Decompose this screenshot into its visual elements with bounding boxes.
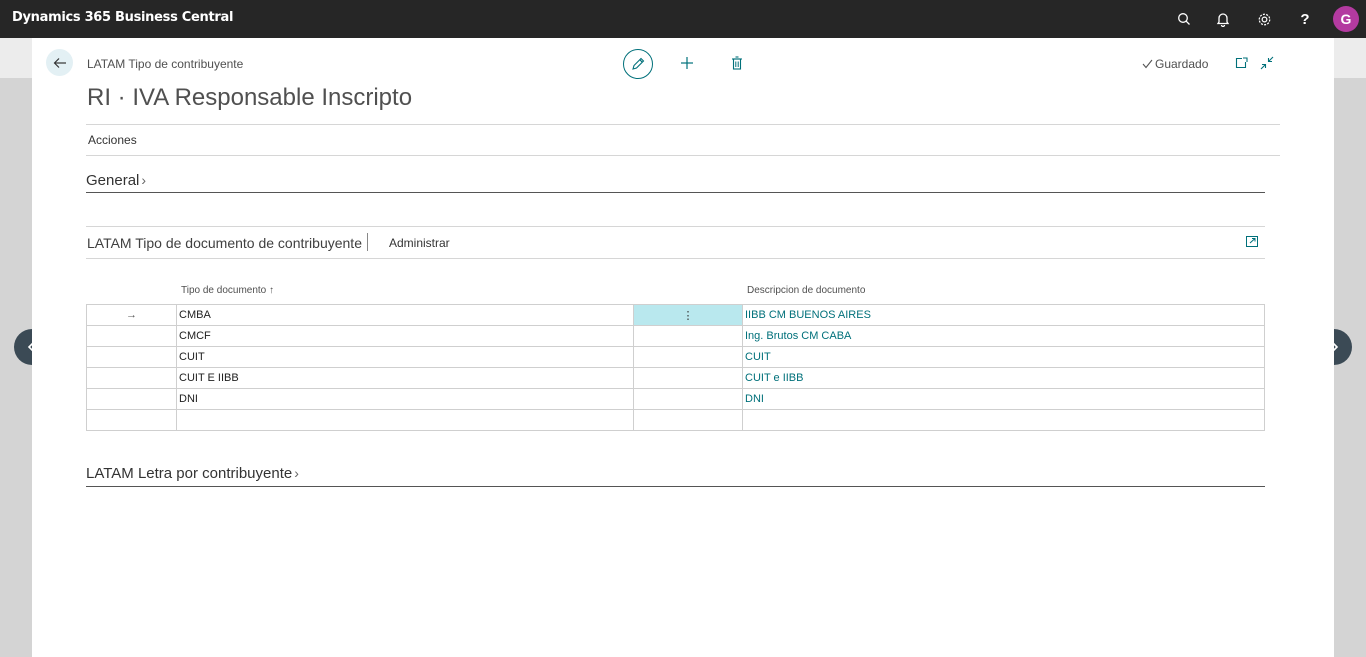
- manage-menu[interactable]: Administrar: [389, 236, 450, 250]
- app-bar: Dynamics 365 Business Central ? G: [0, 0, 1366, 38]
- divider: [86, 258, 1265, 259]
- new-button[interactable]: [679, 55, 695, 71]
- card-page: LATAM Tipo de contribuyente RI · IVA Res…: [32, 38, 1334, 657]
- divider: [86, 486, 1265, 487]
- delete-button[interactable]: [729, 55, 745, 71]
- divider: [367, 233, 368, 251]
- trash-icon: [732, 56, 742, 70]
- row-actions-cell[interactable]: [633, 346, 743, 368]
- fasttab-general-label: General: [86, 172, 140, 189]
- row-actions-cell[interactable]: [633, 388, 743, 410]
- page-title: RI · IVA Responsable Inscripto: [87, 84, 413, 111]
- column-header-doc-type[interactable]: Tipo de documento ↑: [181, 285, 274, 296]
- plus-icon: [681, 57, 693, 69]
- table-row[interactable]: CUIT E IIBB CUIT e IIBB: [86, 367, 1265, 389]
- row-marker: [86, 346, 177, 368]
- gear-icon[interactable]: [1254, 9, 1274, 29]
- table-row[interactable]: DNI DNI: [86, 388, 1265, 410]
- checkmark-icon: [1141, 58, 1153, 70]
- row-marker: [86, 388, 177, 410]
- row-actions-cell[interactable]: [633, 409, 743, 431]
- row-actions-cell[interactable]: [633, 325, 743, 347]
- divider: [86, 124, 1280, 125]
- expand-part-icon[interactable]: [1245, 235, 1259, 248]
- table-row[interactable]: CMCF Ing. Brutos CM CABA: [86, 325, 1265, 347]
- description-link[interactable]: CUIT: [742, 346, 1265, 368]
- doc-type-cell[interactable]: CUIT E IIBB: [176, 367, 634, 389]
- row-marker: [86, 325, 177, 347]
- description-link[interactable]: DNI: [742, 388, 1265, 410]
- bell-icon[interactable]: [1213, 9, 1233, 29]
- app-title[interactable]: Dynamics 365 Business Central: [12, 10, 233, 25]
- fasttab-letters[interactable]: LATAM Letra por contribuyente ›: [86, 465, 299, 482]
- current-row-arrow-icon: →: [86, 304, 177, 326]
- description-cell[interactable]: [742, 409, 1265, 431]
- doc-type-cell[interactable]: CMCF: [176, 325, 634, 347]
- divider: [86, 192, 1265, 193]
- row-marker: [86, 367, 177, 389]
- open-new-window-icon[interactable]: [1233, 56, 1249, 70]
- divider: [86, 155, 1280, 156]
- row-actions-cell[interactable]: [633, 367, 743, 389]
- row-marker: [86, 409, 177, 431]
- column-header-description[interactable]: Descripcion de documento: [747, 285, 865, 296]
- divider: [86, 226, 1265, 227]
- saved-status: Guardado: [1155, 57, 1209, 71]
- arrow-left-icon: [53, 57, 66, 68]
- back-button[interactable]: [46, 49, 73, 76]
- row-actions-button[interactable]: ⋮: [633, 304, 743, 326]
- subpage-title[interactable]: LATAM Tipo de documento de contribuyente: [87, 235, 362, 251]
- pencil-icon: [632, 57, 645, 70]
- search-icon[interactable]: [1174, 9, 1194, 29]
- document-type-table: → CMBA ⋮ IIBB CM BUENOS AIRES CMCF Ing. …: [86, 304, 1265, 431]
- actions-menu[interactable]: Acciones: [88, 133, 137, 147]
- fasttab-general[interactable]: General ›: [86, 172, 146, 189]
- description-link[interactable]: IIBB CM BUENOS AIRES: [742, 304, 1265, 326]
- chevron-right-icon: ›: [141, 172, 147, 188]
- edit-button[interactable]: [623, 49, 653, 79]
- new-row[interactable]: [86, 409, 1265, 431]
- help-icon[interactable]: ?: [1295, 9, 1315, 29]
- description-link[interactable]: CUIT e IIBB: [742, 367, 1265, 389]
- doc-type-cell[interactable]: [176, 409, 634, 431]
- doc-type-cell[interactable]: DNI: [176, 388, 634, 410]
- user-avatar[interactable]: G: [1333, 6, 1359, 32]
- doc-type-cell[interactable]: CMBA: [176, 304, 634, 326]
- fasttab-letters-label: LATAM Letra por contribuyente: [86, 465, 293, 482]
- description-link[interactable]: Ing. Brutos CM CABA: [742, 325, 1265, 347]
- table-row[interactable]: → CMBA ⋮ IIBB CM BUENOS AIRES: [86, 304, 1265, 326]
- table-row[interactable]: CUIT CUIT: [86, 346, 1265, 368]
- doc-type-cell[interactable]: CUIT: [176, 346, 634, 368]
- breadcrumb: LATAM Tipo de contribuyente: [87, 57, 244, 71]
- collapse-icon[interactable]: [1259, 55, 1275, 71]
- chevron-right-icon: ›: [294, 465, 299, 481]
